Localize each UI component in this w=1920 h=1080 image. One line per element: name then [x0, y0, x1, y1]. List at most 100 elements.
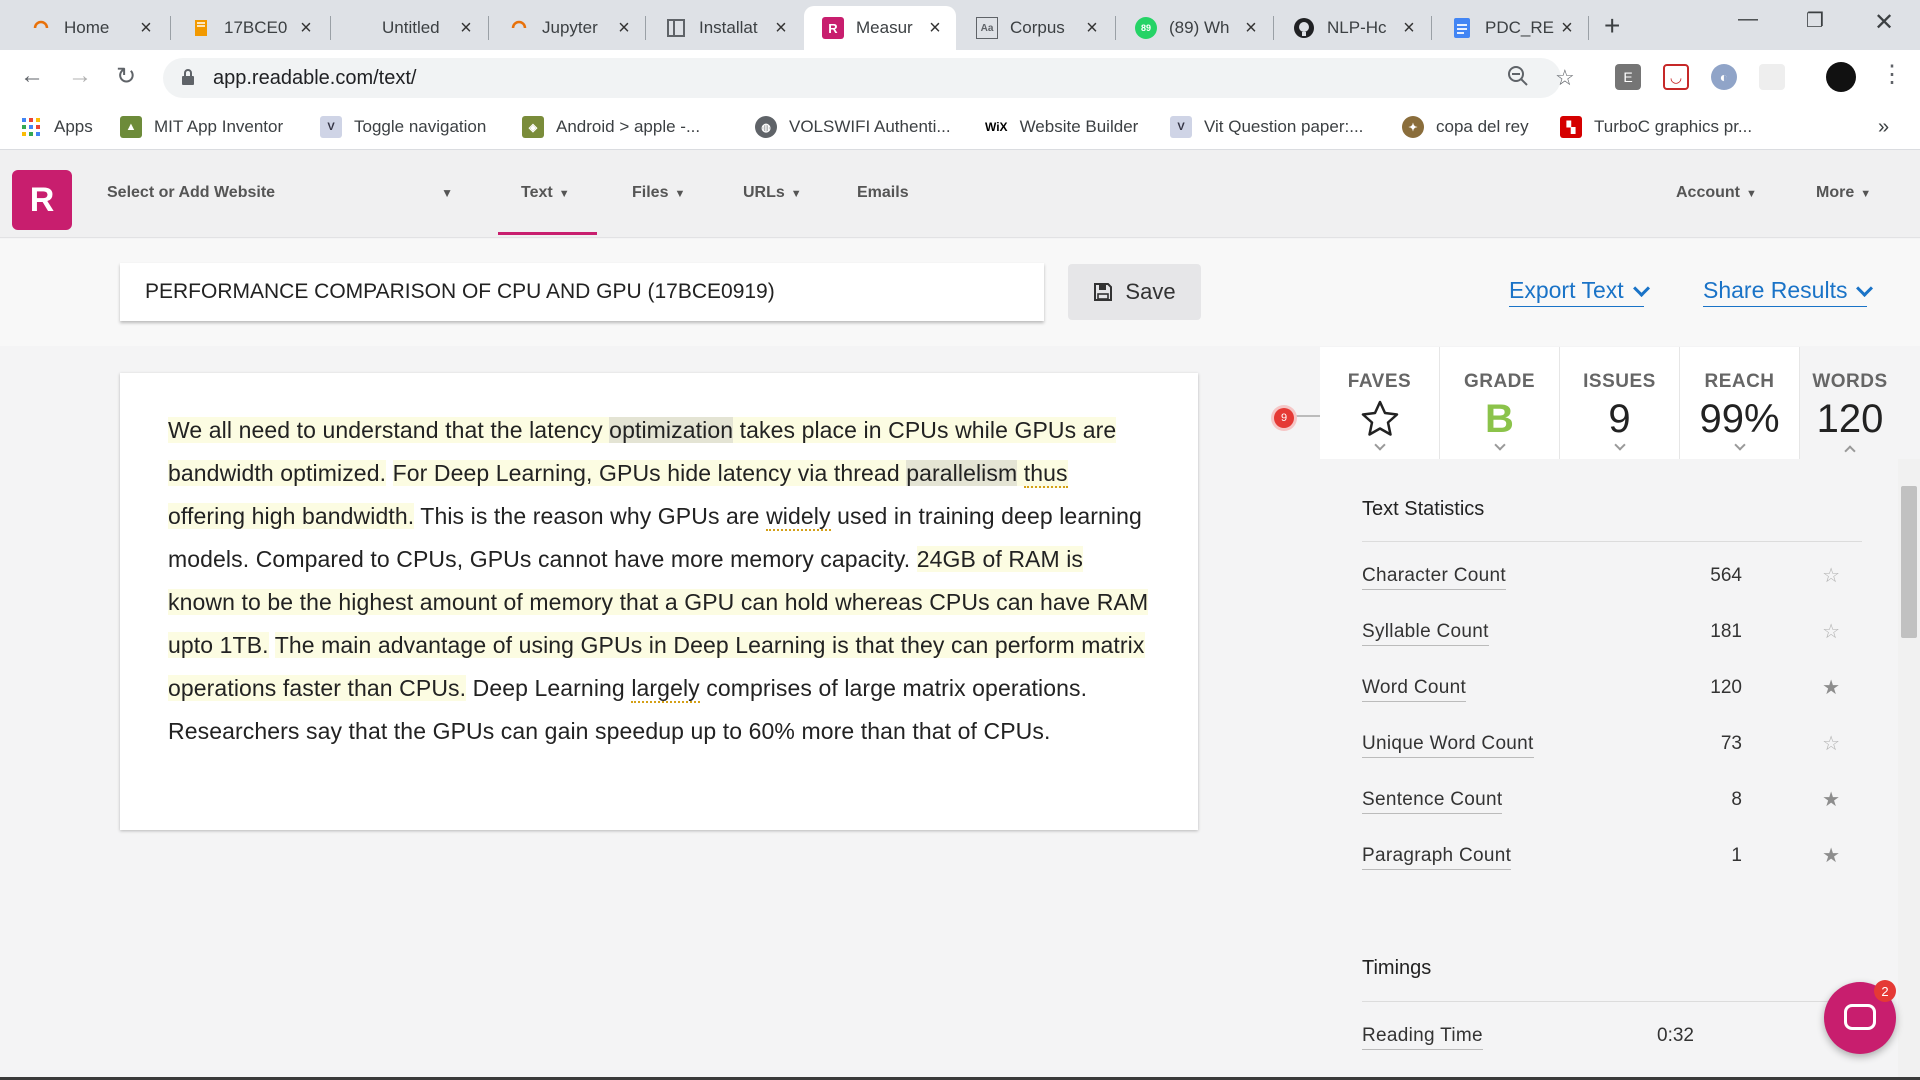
minimize-icon[interactable]: — — [1738, 8, 1758, 31]
tab-measure-active[interactable]: R Measur × — [804, 6, 956, 50]
close-icon[interactable]: × — [295, 17, 317, 40]
panel-scrollbar-thumb[interactable] — [1901, 486, 1917, 638]
stat-name: Paragraph Count — [1362, 845, 1512, 870]
close-icon[interactable]: × — [770, 17, 792, 40]
share-results-dropdown[interactable]: Share Results — [1703, 277, 1874, 307]
tab-label: PDC_RE — [1485, 18, 1554, 37]
tab-corpus[interactable]: Aa Corpus × — [958, 6, 1113, 50]
close-icon[interactable]: × — [1240, 17, 1262, 40]
nav-more-label: More — [1816, 184, 1855, 201]
close-icon[interactable]: × — [455, 17, 477, 40]
export-text-label: Export Text — [1509, 277, 1624, 303]
bookmark-apps[interactable]: Apps — [20, 116, 93, 138]
highlighted-sentence[interactable]: For Deep Learning, GPUs hide latency via… — [392, 460, 907, 486]
star-filled-icon[interactable]: ★ — [1822, 675, 1840, 700]
chevron-up-icon — [1844, 445, 1856, 457]
nav-urls[interactable]: URLs ▼ — [743, 184, 802, 202]
zoom-icon[interactable] — [1507, 65, 1529, 93]
tab-separator — [1431, 16, 1432, 40]
star-filled-icon[interactable]: ★ — [1822, 843, 1840, 868]
tab-separator — [645, 16, 646, 40]
star-outline-icon[interactable]: ☆ — [1822, 563, 1840, 588]
text-editor-card[interactable]: We all need to understand that the laten… — [120, 373, 1198, 830]
lock-icon — [181, 68, 195, 86]
chat-launcher-button[interactable]: 2 — [1824, 980, 1896, 1054]
restore-icon[interactable]: ❐ — [1806, 8, 1824, 33]
star-outline-icon[interactable]: ☆ — [1822, 731, 1840, 756]
save-button[interactable]: Save — [1068, 264, 1201, 320]
profile-avatar[interactable] — [1826, 62, 1856, 92]
tab-jupyter[interactable]: Jupyter × — [490, 6, 645, 50]
close-icon[interactable]: × — [613, 17, 635, 40]
bookmarks-overflow-icon[interactable]: » — [1878, 116, 1889, 139]
nav-files[interactable]: Files ▼ — [632, 184, 685, 202]
extension-e-icon[interactable]: E — [1615, 64, 1641, 90]
aa-page-icon: Aa — [976, 17, 998, 39]
extension-grid-icon[interactable] — [1759, 64, 1785, 90]
pocket-extension-icon[interactable]: ◡ — [1663, 64, 1689, 90]
close-icon[interactable]: × — [1556, 17, 1578, 40]
star-filled-icon[interactable]: ★ — [1822, 787, 1840, 812]
bookmark-vit-question-paper[interactable]: V Vit Question paper:... — [1170, 116, 1363, 138]
adverb-marker[interactable]: widely — [766, 503, 831, 531]
extension-circle-icon[interactable]: ◐ — [1711, 64, 1737, 90]
stat-words[interactable]: WORDS 120 — [1800, 347, 1900, 459]
stat-faves[interactable]: FAVES — [1320, 347, 1440, 459]
stat-label: WORDS — [1812, 371, 1888, 392]
stat-name: Word Count — [1362, 677, 1467, 702]
bookmark-label: VOLSWIFI Authenti... — [789, 117, 951, 136]
highlighted-sentence[interactable]: offering high bandwidth. — [168, 503, 415, 529]
highlighted-sentence[interactable] — [1017, 460, 1024, 486]
stat-issues[interactable]: ISSUES 9 — [1560, 347, 1680, 459]
highlighted-sentence[interactable]: parallelism — [906, 460, 1018, 486]
bookmark-volswifi[interactable]: ◍ VOLSWIFI Authenti... — [755, 116, 951, 138]
tab-installation[interactable]: Installat × — [647, 6, 802, 50]
url-text[interactable]: app.readable.com/text/ — [213, 67, 416, 90]
nav-text[interactable]: Text ▼ — [521, 184, 570, 202]
star-outline-icon[interactable]: ☆ — [1822, 619, 1840, 644]
nav-more[interactable]: More ▼ — [1816, 184, 1871, 202]
close-icon[interactable]: × — [1081, 17, 1103, 40]
bookmark-star-icon[interactable]: ☆ — [1555, 65, 1575, 91]
forward-arrow-icon[interactable]: → — [68, 62, 92, 90]
bookmark-copa-del-rey[interactable]: ✦ copa del rey — [1402, 116, 1529, 138]
bookmark-turboc[interactable]: ▚ TurboC graphics pr... — [1560, 116, 1752, 138]
close-window-icon[interactable]: ✕ — [1874, 8, 1894, 37]
close-icon[interactable]: × — [1398, 17, 1420, 40]
stat-grade[interactable]: GRADE B — [1440, 347, 1560, 459]
highlighted-sentence[interactable]: thus — [1023, 460, 1068, 488]
reload-icon[interactable]: ↻ — [116, 62, 136, 91]
issues-count-badge[interactable]: 9 — [1274, 408, 1294, 428]
document-text[interactable]: We all need to understand that the laten… — [168, 409, 1150, 753]
tab-home[interactable]: Home × — [12, 6, 167, 50]
highlighted-sentence[interactable]: optimization — [609, 417, 734, 443]
highlighted-sentence[interactable]: We all need to understand that the laten… — [168, 417, 610, 443]
stat-reach[interactable]: REACH 99% — [1680, 347, 1800, 459]
readable-logo[interactable]: R — [12, 170, 72, 230]
grade-value: B — [1485, 397, 1514, 441]
score-summary-bar: FAVES GRADE B ISSUES 9 REACH 99% WORDS 1… — [1320, 347, 1900, 459]
document-title-input[interactable]: PERFORMANCE COMPARISON OF CPU AND GPU (1… — [120, 263, 1044, 321]
close-icon[interactable]: × — [924, 17, 946, 40]
back-arrow-icon[interactable]: ← — [20, 62, 44, 90]
new-tab-plus-icon[interactable]: + — [1604, 10, 1620, 42]
bookmark-website-builder[interactable]: WiX Website Builder — [985, 116, 1138, 138]
website-select[interactable]: Select or Add Website ▼ — [107, 184, 457, 202]
export-text-dropdown[interactable]: Export Text — [1509, 277, 1650, 307]
issues-value: 9 — [1608, 397, 1631, 441]
close-icon[interactable]: × — [135, 17, 157, 40]
adverb-marker[interactable]: largely — [631, 675, 700, 703]
menu-kebab-icon[interactable]: ⋮ — [1880, 60, 1904, 89]
loading-ring-icon — [508, 17, 530, 39]
tab-nlp[interactable]: NLP-Hc × — [1275, 6, 1430, 50]
bookmark-android-apple[interactable]: ◈ Android > apple -... — [522, 116, 700, 138]
tab-untitled[interactable]: Untitled × — [332, 6, 487, 50]
nav-emails[interactable]: Emails — [857, 184, 909, 202]
nav-account[interactable]: Account ▼ — [1676, 184, 1757, 202]
bookmark-mit-app-inventor[interactable]: ▲ MIT App Inventor — [120, 116, 283, 138]
tab-17bce[interactable]: 17BCE0 × — [172, 6, 327, 50]
tab-whatsapp[interactable]: 89 (89) Wh × — [1117, 6, 1272, 50]
bookmark-toggle-navigation[interactable]: V Toggle navigation — [320, 116, 486, 138]
tab-pdc[interactable]: PDC_RE × — [1433, 6, 1588, 50]
omnibox[interactable]: app.readable.com/text/ ☆ — [163, 58, 1575, 98]
